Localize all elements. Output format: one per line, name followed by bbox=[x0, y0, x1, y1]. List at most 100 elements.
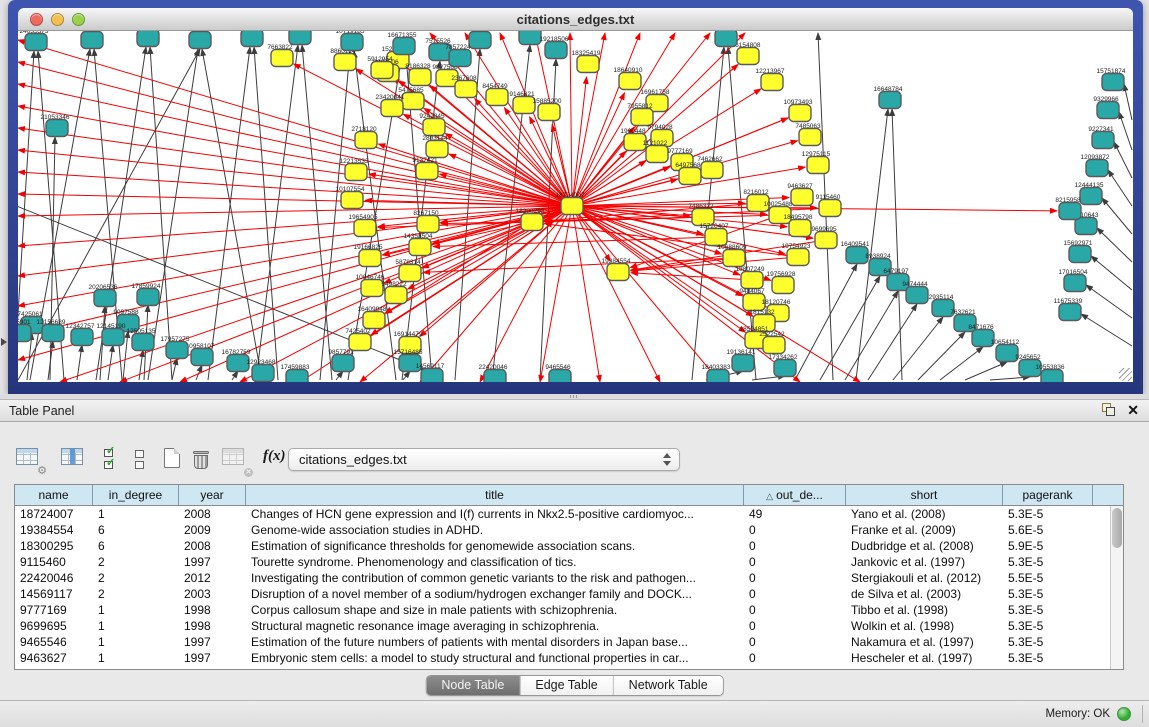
table-cell[interactable]: 2008 bbox=[179, 538, 246, 554]
table-cell[interactable]: 2008 bbox=[179, 506, 246, 522]
graph-node[interactable]: 18495798 bbox=[784, 214, 813, 237]
graph-node[interactable]: 6497568 bbox=[675, 162, 701, 185]
graph-node[interactable]: 8454749 bbox=[482, 83, 508, 106]
graph-node[interactable]: 19654905 bbox=[349, 214, 378, 237]
table-cell[interactable]: 1 bbox=[93, 602, 179, 618]
table-cell[interactable]: 9115460 bbox=[15, 554, 93, 570]
minimize-window-icon[interactable] bbox=[51, 13, 64, 26]
table-row[interactable]: 1872400712008Changes of HCN gene express… bbox=[15, 506, 1110, 522]
table-cell[interactable]: 0 bbox=[744, 522, 846, 538]
graph-node[interactable]: 7485063 bbox=[795, 123, 821, 146]
table-cell[interactable]: Franke et al. (2009) bbox=[846, 522, 1003, 538]
table-cell[interactable]: Embryonic stem cells: a model to study s… bbox=[246, 650, 744, 666]
graph-node[interactable]: 3915901 bbox=[18, 319, 31, 342]
graph-node[interactable]: 12213967 bbox=[756, 68, 785, 91]
memory-ok-indicator-icon[interactable] bbox=[1117, 707, 1131, 721]
graph-node[interactable]: 19384554 bbox=[602, 258, 631, 281]
graph-node[interactable]: 2367608 bbox=[451, 75, 477, 98]
graph-node[interactable]: 9857791 bbox=[328, 349, 354, 372]
graph-node[interactable]: 15276021 bbox=[236, 31, 265, 47]
graph-node[interactable]: 9146821 bbox=[509, 91, 535, 114]
graph-node[interactable]: 9474444 bbox=[902, 281, 928, 304]
graph-node[interactable]: 19754923 bbox=[782, 243, 811, 266]
table-cell[interactable]: 1997 bbox=[179, 634, 246, 650]
graph-node[interactable]: 9498222 bbox=[381, 281, 407, 304]
table-cell[interactable]: 2 bbox=[93, 586, 179, 602]
graph-node[interactable]: 2803144 bbox=[422, 135, 448, 158]
table-cell[interactable]: 0 bbox=[744, 650, 846, 666]
graph-node[interactable]: 12505135 bbox=[127, 328, 156, 351]
table-cell[interactable]: 5.3E-5 bbox=[1003, 634, 1093, 650]
table-cell[interactable]: Structural magnetic resonance image aver… bbox=[246, 618, 744, 634]
column-header[interactable]: year bbox=[179, 485, 246, 505]
graph-node[interactable]: 5878314 bbox=[395, 259, 421, 282]
table-row[interactable]: 946554611997Estimation of the future num… bbox=[15, 634, 1110, 650]
citation-network-graph[interactable]: 1872400715226058982750681863289827508236… bbox=[18, 31, 1133, 382]
graph-node[interactable]: 17957275 bbox=[161, 336, 190, 359]
close-panel-icon[interactable]: ✕ bbox=[1127, 403, 1139, 418]
table-cell[interactable]: Tibbo et al. (1998) bbox=[846, 602, 1003, 618]
table-row[interactable]: 1938455462009Genome-wide association stu… bbox=[15, 522, 1110, 538]
float-panel-icon[interactable] bbox=[1102, 403, 1117, 418]
delete-table-icon[interactable] bbox=[193, 450, 209, 470]
tab-edge-table[interactable]: Edge Table bbox=[520, 676, 613, 695]
graph-node[interactable]: 12483778 bbox=[132, 31, 161, 47]
graph-node[interactable]: 24035573 bbox=[20, 31, 49, 51]
new-table-icon[interactable] bbox=[164, 448, 180, 472]
graph-node[interactable]: 12923468 bbox=[247, 359, 276, 382]
graph-node[interactable]: 8860124 bbox=[330, 48, 356, 71]
network-canvas[interactable]: 1872400715226058982750681863289827508236… bbox=[18, 31, 1133, 382]
column-visibility-icon[interactable] bbox=[61, 448, 87, 472]
close-window-icon[interactable] bbox=[30, 13, 43, 26]
graph-node[interactable]: 20691406 bbox=[76, 31, 105, 49]
table-selector-dropdown[interactable]: citations_edges.txt bbox=[288, 448, 680, 471]
table-row[interactable]: 977716911998Corpus callosum shape and si… bbox=[15, 602, 1110, 618]
graph-node[interactable]: 9137421 bbox=[412, 157, 438, 180]
table-cell[interactable]: 9699695 bbox=[15, 618, 93, 634]
table-cell[interactable]: 0 bbox=[744, 554, 846, 570]
table-cell[interactable]: 5.3E-5 bbox=[1003, 506, 1093, 522]
graph-node[interactable]: 15692971 bbox=[1064, 240, 1093, 263]
graph-node[interactable]: 17459883 bbox=[281, 364, 310, 382]
graph-node[interactable]: 9329966 bbox=[1093, 96, 1119, 119]
graph-node[interactable]: 8186328 bbox=[405, 63, 431, 86]
zoom-window-icon[interactable] bbox=[72, 13, 85, 26]
table-row[interactable]: 1456911722003Disruption of a novel membe… bbox=[15, 586, 1110, 602]
window-titlebar[interactable]: citations_edges.txt bbox=[18, 8, 1133, 31]
table-cell[interactable]: 9777169 bbox=[15, 602, 93, 618]
graph-node[interactable]: 22420046 bbox=[479, 364, 508, 382]
table-cell[interactable]: Estimation of the future numbers of pati… bbox=[246, 634, 744, 650]
graph-node[interactable]: 7955812 bbox=[627, 103, 653, 126]
graph-node[interactable]: 7425402 bbox=[345, 328, 371, 351]
graph-node[interactable]: 10107554 bbox=[336, 186, 365, 209]
column-header[interactable]: title bbox=[246, 485, 744, 505]
graph-node[interactable]: 7857224 bbox=[445, 44, 471, 67]
table-cell[interactable]: 18300295 bbox=[15, 538, 93, 554]
table-cell[interactable]: 5.3E-5 bbox=[1003, 586, 1093, 602]
table-cell[interactable]: 19384554 bbox=[15, 522, 93, 538]
table-cell[interactable]: Genome-wide association studies in ADHD. bbox=[246, 522, 744, 538]
graph-node[interactable]: 12342757 bbox=[66, 323, 95, 346]
graph-node[interactable]: 20206536 bbox=[89, 284, 118, 307]
graph-node[interactable]: 23420041 bbox=[376, 94, 405, 117]
graph-node[interactable]: 9465546 bbox=[545, 364, 571, 382]
graph-node[interactable]: 5912954 bbox=[367, 56, 393, 79]
function-builder-icon[interactable]: f(x) bbox=[263, 448, 286, 472]
table-cell[interactable]: Nakamura et al. (1997) bbox=[846, 634, 1003, 650]
table-cell[interactable]: 2 bbox=[93, 554, 179, 570]
graph-node[interactable]: 15885200 bbox=[533, 98, 562, 121]
graph-node[interactable]: 19136141 bbox=[727, 349, 756, 372]
graph-node[interactable]: 17334262 bbox=[769, 354, 798, 377]
graph-node[interactable]: 2522542 bbox=[759, 331, 785, 354]
graph-node[interactable]: 8267150 bbox=[413, 210, 439, 233]
graph-node[interactable]: 18403383 bbox=[702, 364, 731, 382]
graph-node[interactable]: 18640910 bbox=[614, 67, 643, 90]
graph-node[interactable]: 1121022 bbox=[643, 140, 668, 163]
table-cell[interactable]: 5.3E-5 bbox=[1003, 618, 1093, 634]
graph-node[interactable]: 10653257 bbox=[184, 31, 213, 49]
graph-node[interactable]: 12975115 bbox=[802, 151, 831, 174]
table-cell[interactable]: 9465546 bbox=[15, 634, 93, 650]
table-cell[interactable]: 6 bbox=[93, 522, 179, 538]
table-cell[interactable]: 5.3E-5 bbox=[1003, 554, 1093, 570]
table-row[interactable]: 969969511998Structural magnetic resonanc… bbox=[15, 618, 1110, 634]
